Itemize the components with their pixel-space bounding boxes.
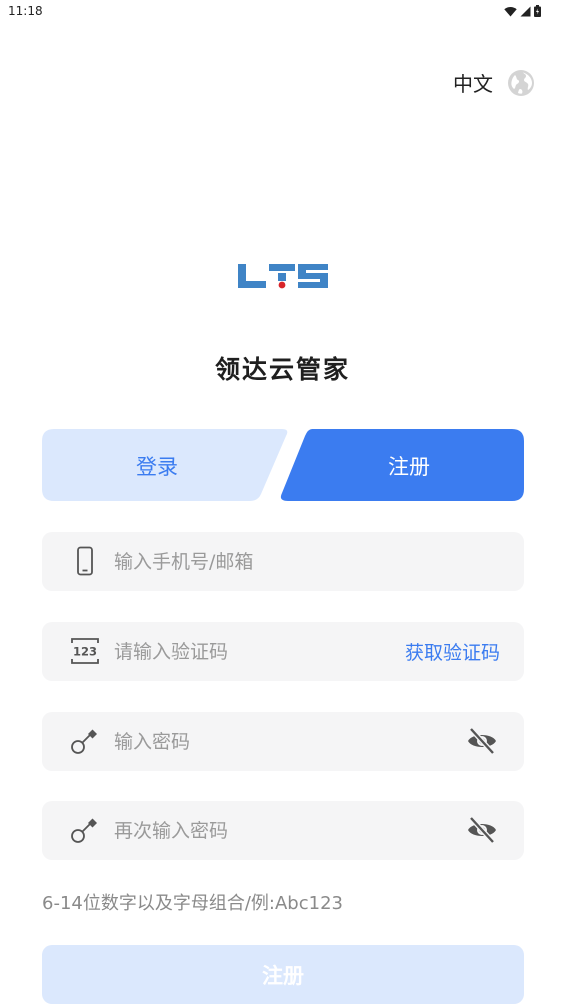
- password-hint: 6-14位数字以及字母组合/例:Abc123: [42, 893, 343, 914]
- account-input[interactable]: [114, 532, 414, 591]
- tab-register-label: 注册: [388, 455, 430, 479]
- phone-icon: [77, 546, 93, 576]
- code-icon-text: 123: [73, 645, 97, 659]
- tab-login-label: 登录: [136, 455, 178, 479]
- password-input[interactable]: [114, 712, 414, 771]
- get-code-button[interactable]: 获取验证码: [405, 638, 500, 665]
- account-field: [42, 532, 524, 591]
- status-bar: 11:18: [0, 0, 565, 24]
- eye-off-icon[interactable]: [466, 815, 498, 845]
- battery-icon: [534, 5, 541, 17]
- eye-off-icon[interactable]: [466, 726, 498, 756]
- key-icon: [71, 729, 97, 754]
- code-123-icon: 123: [71, 638, 99, 664]
- confirm-password-field: [42, 801, 524, 860]
- language-switch[interactable]: 中文: [453, 68, 535, 97]
- status-icons: [504, 5, 541, 17]
- register-submit-button[interactable]: 注册: [42, 945, 524, 1004]
- register-screen: 11:18 中文 领达云管家 登录 注册 输入手机号/邮箱 123 请输入验证码…: [0, 0, 565, 1004]
- password-field: [42, 712, 524, 771]
- code-input[interactable]: [114, 622, 354, 681]
- code-field: 123 获取验证码: [42, 622, 524, 681]
- status-time: 11:18: [8, 4, 43, 18]
- app-title: 领达云管家: [214, 355, 350, 384]
- auth-tabs: 登录 注册: [42, 429, 524, 501]
- key-icon: [71, 818, 97, 843]
- lts-logo: [236, 262, 330, 290]
- globe-icon: [508, 69, 534, 96]
- wifi-icon: [504, 6, 517, 16]
- confirm-password-input[interactable]: [114, 801, 414, 860]
- signal-icon: [520, 6, 531, 16]
- language-label: 中文: [453, 72, 493, 96]
